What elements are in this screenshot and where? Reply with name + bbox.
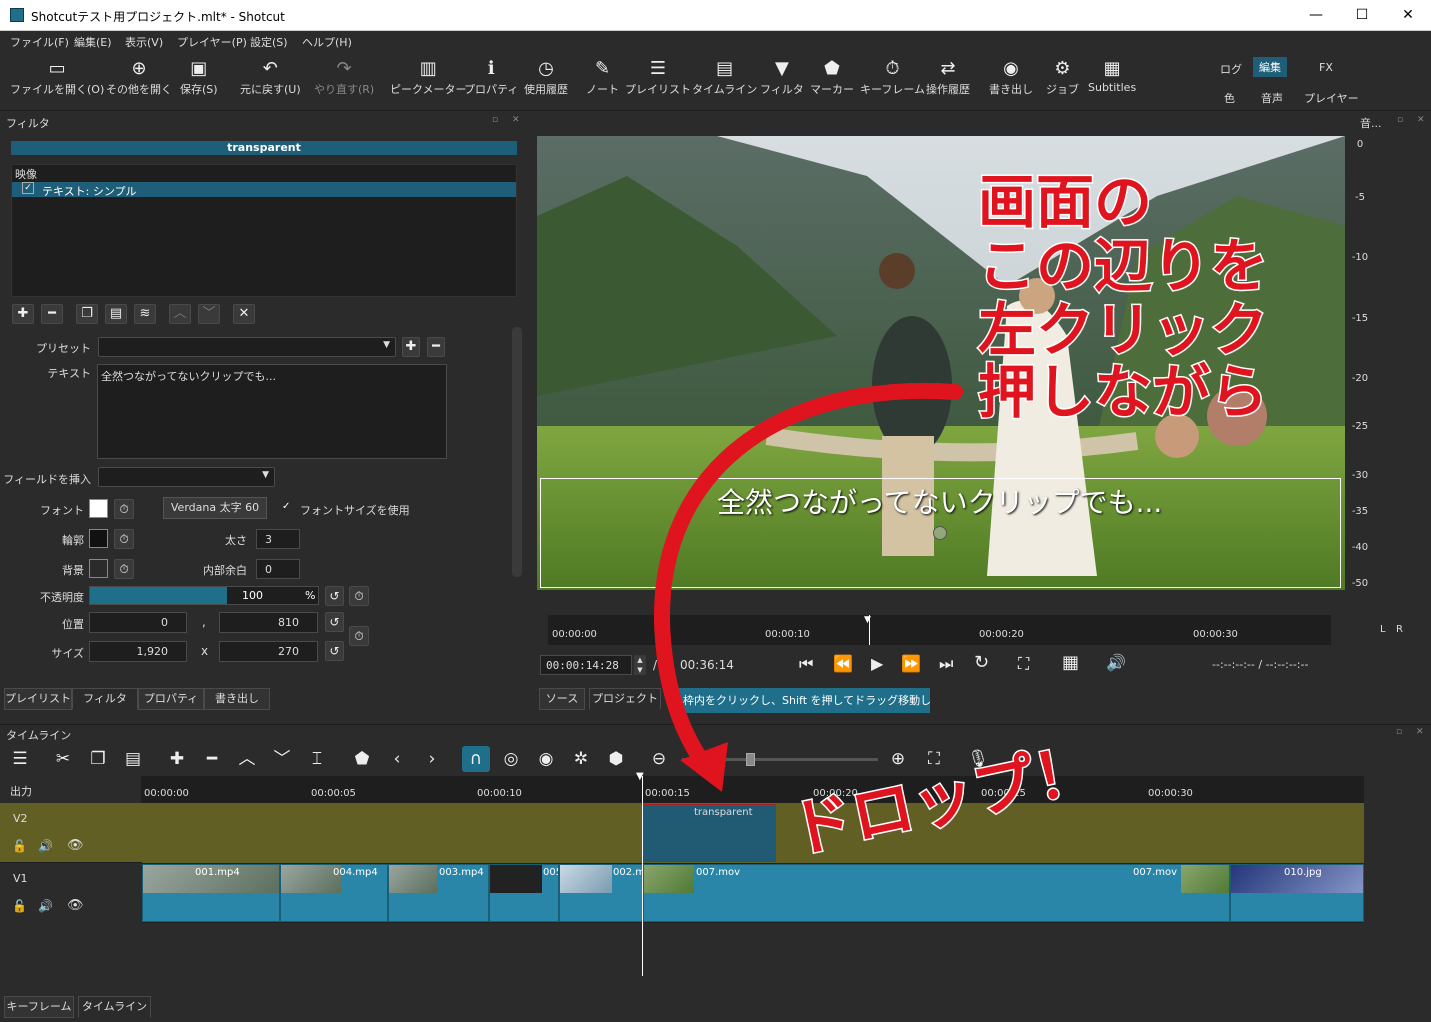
annotation-line-4: 押しながら [976,358,1269,426]
annotation-arrow-path [653,382,963,773]
annotation-line-3: 左クリック [976,296,1269,364]
annotation-arrow [653,382,963,792]
annotation-line-1: 画面の [976,168,1153,236]
annotation-line-2: この辺りを [976,232,1269,300]
